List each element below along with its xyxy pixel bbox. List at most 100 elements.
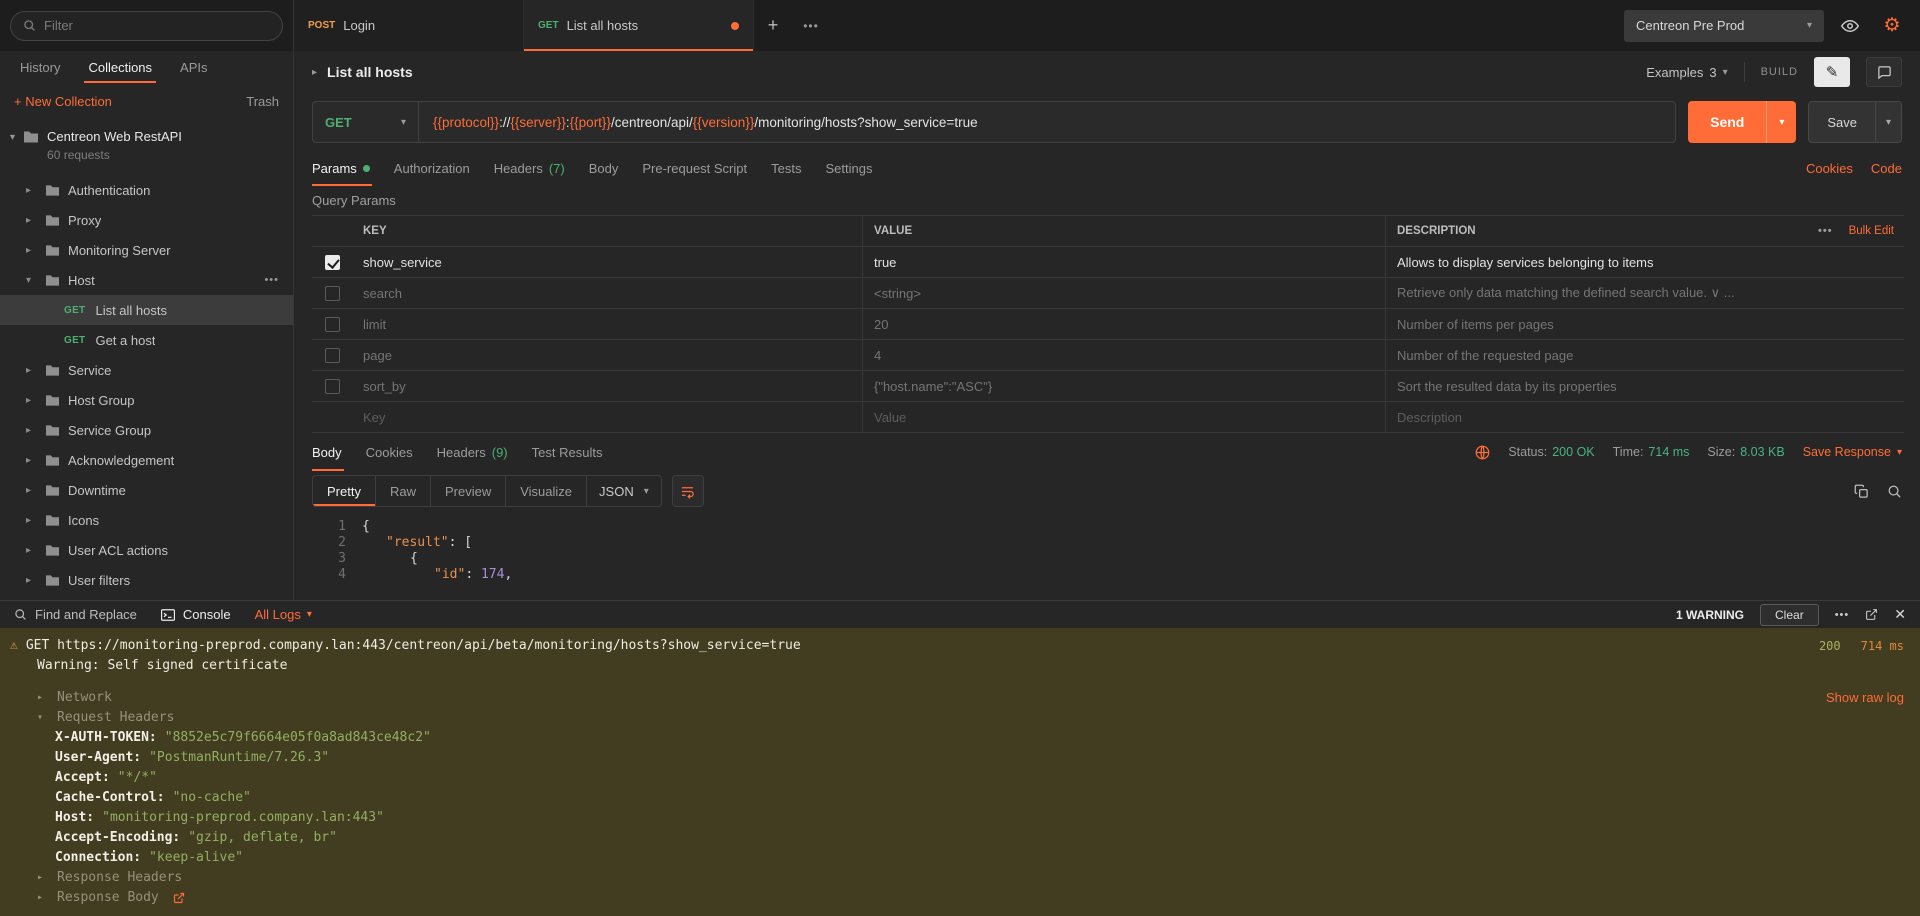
response-tab-cookies[interactable]: Cookies — [354, 433, 425, 471]
param-description[interactable]: Number of the requested page — [1385, 340, 1774, 370]
console-tab[interactable]: Console — [161, 607, 231, 622]
sidebar-folder-host[interactable]: ▾Host••• — [0, 265, 293, 295]
request-section-tab-tests[interactable]: Tests — [759, 151, 813, 186]
param-value[interactable]: 4 — [862, 340, 1385, 370]
param-value[interactable]: {"host.name":"ASC"} — [862, 371, 1385, 401]
sidebar-folder-proxy[interactable]: ▸Proxy — [0, 205, 293, 235]
response-tab-headers[interactable]: Headers(9) — [425, 433, 520, 471]
wrap-line-button[interactable] — [672, 475, 704, 507]
sidebar-folder-service-group[interactable]: ▸Service Group — [0, 415, 293, 445]
request-tab-list-all-hosts[interactable]: GETList all hosts — [524, 0, 754, 51]
sidebar-folder-icons[interactable]: ▸Icons — [0, 505, 293, 535]
param-description[interactable]: Description — [1385, 402, 1774, 432]
new-tab-button[interactable]: + — [754, 0, 792, 51]
sidebar-tab-apis[interactable]: APIs — [166, 51, 221, 83]
external-link-icon[interactable] — [173, 892, 185, 904]
param-value[interactable]: Value — [862, 402, 1385, 432]
request-section-tab-headers[interactable]: Headers(7) — [482, 151, 577, 186]
sidebar-request-get-a-host[interactable]: GETGet a host — [0, 325, 293, 355]
request-tab-login[interactable]: POSTLogin — [294, 0, 524, 51]
environment-selector[interactable]: Centreon Pre Prod ▾ — [1624, 10, 1824, 42]
response-body-viewer[interactable]: 1{2"result": [3{4"id": 174, — [294, 511, 1920, 600]
param-value[interactable]: 20 — [862, 309, 1385, 339]
param-key[interactable]: page — [352, 340, 862, 370]
request-section-tab-params[interactable]: Params — [312, 151, 382, 186]
examples-dropdown[interactable]: Examples 3 ▾ — [1646, 65, 1727, 80]
request-section-tab-authorization[interactable]: Authorization — [382, 151, 482, 186]
param-description[interactable]: Sort the resulted data by its properties — [1385, 371, 1774, 401]
cookies-link[interactable]: Cookies — [1806, 161, 1853, 176]
sidebar-folder-acknowledgement[interactable]: ▸Acknowledgement — [0, 445, 293, 475]
more-options-icon[interactable]: ••• — [1818, 225, 1833, 237]
sidebar-folder-service[interactable]: ▸Service — [0, 355, 293, 385]
console-section-request-headers[interactable]: ▾ Request Headers — [0, 708, 1920, 728]
save-button[interactable]: Save ▾ — [1808, 101, 1902, 143]
environment-quicklook-button[interactable] — [1834, 10, 1866, 42]
param-description[interactable]: Retrieve only data matching the defined … — [1385, 278, 1774, 308]
send-options-caret[interactable]: ▾ — [1766, 101, 1796, 143]
url-input[interactable]: {{protocol}}://{{server}}:{{port}}/centr… — [418, 101, 1676, 143]
sidebar-folder-authentication[interactable]: ▸Authentication — [0, 175, 293, 205]
sidebar-folder-monitoring-server[interactable]: ▸Monitoring Server — [0, 235, 293, 265]
response-view-tab-visualize[interactable]: Visualize — [506, 476, 587, 506]
request-section-tab-body[interactable]: Body — [577, 151, 631, 186]
bulk-edit-link[interactable]: Bulk Edit — [1849, 225, 1894, 237]
param-checkbox[interactable] — [325, 379, 340, 394]
console-section-network[interactable]: ▸ Network — [0, 688, 1920, 708]
edit-icon[interactable]: ✎ — [1814, 57, 1850, 87]
search-response-icon[interactable] — [1887, 484, 1902, 499]
sidebar-request-list-all-hosts[interactable]: GETList all hosts — [0, 295, 293, 325]
code-link[interactable]: Code — [1871, 161, 1902, 176]
send-button[interactable]: Send ▾ — [1688, 101, 1796, 143]
collection-root[interactable]: ▾ Centreon Web RestAPI 60 requests — [0, 119, 293, 175]
more-options-icon[interactable]: ••• — [264, 274, 279, 286]
param-key[interactable]: sort_by — [352, 371, 862, 401]
param-checkbox[interactable] — [325, 317, 340, 332]
open-console-window-icon[interactable] — [1865, 608, 1878, 621]
log-filter-dropdown[interactable]: All Logs ▾ — [255, 607, 312, 622]
console-section-response-headers[interactable]: ▸ Response Headers — [0, 868, 1920, 888]
network-icon[interactable] — [1475, 445, 1490, 460]
console-more-options-icon[interactable]: ••• — [1835, 609, 1850, 621]
copy-icon[interactable] — [1854, 484, 1869, 499]
console-request-entry[interactable]: ⚠ GET https://monitoring-preprod.company… — [0, 636, 1920, 656]
new-collection-button[interactable]: + New Collection — [14, 94, 112, 109]
response-tab-body[interactable]: Body — [312, 433, 354, 471]
format-selector[interactable]: JSON ▾ — [587, 476, 661, 506]
response-view-tab-preview[interactable]: Preview — [431, 476, 506, 506]
sidebar-folder-downtime[interactable]: ▸Downtime — [0, 475, 293, 505]
sidebar-folder-host-group[interactable]: ▸Host Group — [0, 385, 293, 415]
sidebar-folder-user-acl-actions[interactable]: ▸User ACL actions — [0, 535, 293, 565]
save-options-caret[interactable]: ▾ — [1875, 102, 1901, 142]
find-replace-button[interactable]: Find and Replace — [14, 607, 137, 622]
param-key[interactable]: limit — [352, 309, 862, 339]
filter-input[interactable]: Filter — [10, 11, 283, 41]
param-value[interactable]: <string> — [862, 278, 1385, 308]
trash-button[interactable]: Trash — [246, 94, 279, 109]
clear-console-button[interactable]: Clear — [1760, 604, 1819, 626]
param-value[interactable]: true — [862, 247, 1385, 277]
param-key[interactable]: show_service — [352, 247, 862, 277]
method-selector[interactable]: GET ▾ — [312, 101, 418, 143]
param-description[interactable]: Number of items per pages — [1385, 309, 1774, 339]
param-checkbox[interactable] — [325, 348, 340, 363]
response-view-tab-raw[interactable]: Raw — [376, 476, 431, 506]
comment-icon[interactable] — [1866, 57, 1902, 87]
param-key[interactable]: Key — [352, 402, 862, 432]
chevron-right-icon[interactable]: ▸ — [312, 67, 317, 78]
sidebar-tab-collections[interactable]: Collections — [74, 51, 166, 83]
param-description[interactable]: Allows to display services belonging to … — [1385, 247, 1774, 277]
close-console-icon[interactable]: ✕ — [1894, 606, 1906, 623]
request-section-tab-settings[interactable]: Settings — [813, 151, 884, 186]
console-section-response-body[interactable]: ▸ Response Body — [0, 888, 1920, 908]
request-section-tab-pre-request-script[interactable]: Pre-request Script — [630, 151, 759, 186]
response-tab-test-results[interactable]: Test Results — [520, 433, 615, 471]
show-raw-log-link[interactable]: Show raw log — [1826, 690, 1904, 705]
tab-overflow-button[interactable]: ••• — [792, 0, 830, 51]
response-view-tab-pretty[interactable]: Pretty — [313, 476, 376, 506]
sidebar-folder-user-filters[interactable]: ▸User filters — [0, 565, 293, 595]
settings-button[interactable]: ⚙ — [1876, 10, 1908, 42]
sidebar-tab-history[interactable]: History — [6, 51, 74, 83]
param-checkbox[interactable] — [325, 255, 340, 270]
param-key[interactable]: search — [352, 278, 862, 308]
